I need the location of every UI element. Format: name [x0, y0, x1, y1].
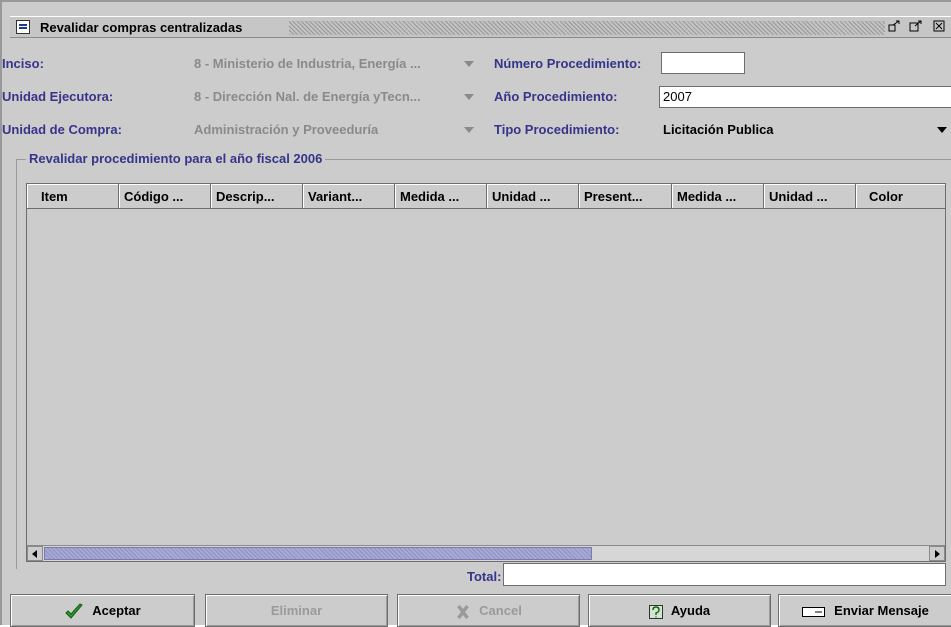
ayuda-label: Ayuda — [670, 603, 711, 618]
eliminar-button[interactable]: Eliminar — [205, 594, 388, 627]
inciso-label: Inciso: — [2, 56, 44, 71]
eliminar-label: Eliminar — [270, 603, 323, 618]
aceptar-button[interactable]: Aceptar — [10, 594, 195, 627]
inciso-select: 8 - Ministerio de Industria, Energía ... — [192, 53, 480, 75]
column-header-medida-2[interactable]: Medida ... — [672, 184, 764, 209]
unidad-ejecutora-value: 8 - Dirección Nal. de Energía yTecn... — [194, 89, 421, 104]
anio-procedimiento-input[interactable]: 2007 — [659, 86, 951, 108]
table-header: Item Código ... Descrip... Variant... Me… — [27, 184, 945, 209]
title-bar-texture — [289, 21, 885, 35]
anio-procedimiento-label: Año Procedimiento: — [494, 89, 618, 104]
column-header-descripcion[interactable]: Descrip... — [211, 184, 303, 209]
column-header-medida[interactable]: Medida ... — [395, 184, 487, 209]
window-frame: Revalidar compras centralizadas Inciso: … — [0, 0, 951, 627]
check-icon — [65, 602, 84, 619]
unidad-ejecutora-select: 8 - Dirección Nal. de Energía yTecn... — [192, 86, 480, 108]
column-header-presentacion[interactable]: Present... — [579, 184, 672, 209]
total-label: Total: — [467, 569, 502, 584]
horizontal-scrollbar[interactable] — [27, 545, 945, 561]
column-header-unidad[interactable]: Unidad ... — [487, 184, 579, 209]
message-icon — [802, 606, 826, 617]
unidad-compra-select: Administración y Proveeduría — [192, 119, 480, 141]
enviar-mensaje-button[interactable]: Enviar Mensaje — [778, 594, 951, 627]
cancel-button[interactable]: Cancel — [397, 594, 580, 627]
close-icon[interactable] — [932, 20, 948, 34]
help-icon — [648, 604, 663, 619]
cancel-label: Cancel — [479, 603, 522, 618]
chevron-down-icon — [464, 61, 474, 67]
unidad-ejecutora-label: Unidad Ejecutora: — [2, 89, 114, 104]
items-table[interactable]: Item Código ... Descrip... Variant... Me… — [26, 183, 946, 562]
column-header-unidad-2[interactable]: Unidad ... — [764, 184, 856, 209]
title-bar[interactable]: Revalidar compras centralizadas — [10, 16, 951, 38]
restore-icon[interactable] — [887, 20, 903, 34]
enviar-mensaje-label: Enviar Mensaje — [834, 603, 929, 618]
scroll-left-icon[interactable] — [27, 546, 43, 561]
window-icon — [16, 20, 30, 34]
numero-procedimiento-label: Número Procedimiento: — [494, 56, 642, 71]
column-header-color[interactable]: Color — [856, 184, 945, 209]
chevron-down-icon — [464, 94, 474, 100]
tipo-procedimiento-select[interactable]: Licitación Publica — [659, 119, 951, 141]
aceptar-label: Aceptar — [92, 603, 141, 618]
ayuda-button[interactable]: Ayuda — [588, 594, 771, 627]
revalidar-group-title: Revalidar procedimiento para el año fisc… — [26, 151, 326, 166]
unidad-compra-label: Unidad de Compra: — [2, 122, 122, 137]
scroll-right-icon[interactable] — [929, 546, 945, 561]
inciso-value: 8 - Ministerio de Industria, Energía ... — [194, 56, 421, 71]
total-input[interactable] — [503, 563, 946, 586]
column-header-variante[interactable]: Variant... — [303, 184, 395, 209]
maximize-icon[interactable] — [908, 20, 924, 34]
column-header-codigo[interactable]: Código ... — [119, 184, 211, 209]
tipo-procedimiento-label: Tipo Procedimiento: — [494, 122, 620, 137]
chevron-down-icon[interactable] — [937, 127, 947, 133]
cancel-x-icon — [457, 604, 470, 619]
numero-procedimiento-input[interactable] — [661, 52, 745, 74]
scrollbar-thumb[interactable] — [44, 547, 592, 560]
button-bar: Aceptar Eliminar Cancel Ayuda Enviar Men… — [10, 594, 951, 627]
unidad-compra-value: Administración y Proveeduría — [194, 122, 379, 137]
window-title: Revalidar compras centralizadas — [40, 20, 243, 35]
tipo-procedimiento-value: Licitación Publica — [663, 122, 774, 137]
chevron-down-icon — [464, 127, 474, 133]
column-header-item[interactable]: Item — [27, 184, 119, 209]
